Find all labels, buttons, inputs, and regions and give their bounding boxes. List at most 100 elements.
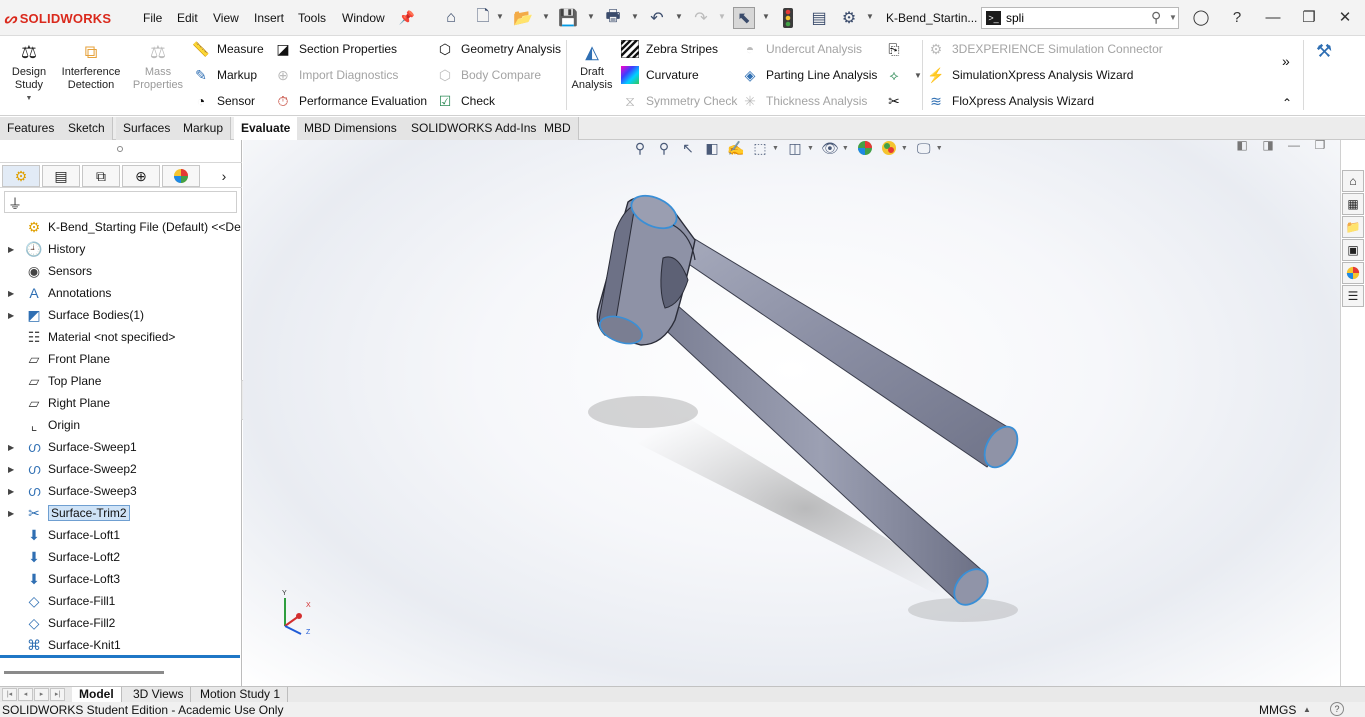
unit-system[interactable]: MMGS [1259, 703, 1296, 717]
close-window-icon[interactable]: ✕ [1334, 8, 1356, 28]
tab-markup[interactable]: Markup [176, 117, 232, 140]
check-button[interactable]: ☑ Check [435, 90, 495, 112]
expand-arrow-icon[interactable]: ▶ [8, 311, 18, 320]
tree-item[interactable]: ▶ ഗ Surface-Sweep3 [0, 480, 242, 502]
units-dropdown-icon[interactable]: ▲ [1303, 705, 1311, 714]
command-search[interactable]: >_ ⚲ ▼ [981, 7, 1179, 29]
tab-surfaces[interactable]: Surfaces [116, 117, 179, 140]
select-icon[interactable]: ⬉ [733, 7, 755, 29]
tree-filter[interactable]: ⏚ [4, 191, 237, 213]
deviation-analysis-button[interactable]: ⟡ ▼ [884, 64, 922, 86]
tree-item[interactable]: ◉ Sensors [0, 260, 242, 282]
tab-mbd-dimensions[interactable]: MBD Dimensions [297, 117, 405, 140]
dimxpertmanager-tab-icon[interactable]: ⊕ [122, 165, 160, 187]
prev-tab-arrow-icon[interactable]: ◂ [18, 688, 33, 701]
featuremanager-tab-icon[interactable]: ⚙ [2, 165, 40, 187]
home-icon[interactable]: ⌂ [440, 7, 462, 29]
ribbon-expand-icon[interactable]: » [1282, 50, 1290, 72]
customize-ribbon-icon[interactable]: ⚒ [1316, 40, 1332, 62]
k-bend-model[interactable] [243, 140, 1340, 686]
panel-grip-icon[interactable] [117, 146, 123, 152]
configurationmanager-tab-icon[interactable]: ⧉ [82, 165, 120, 187]
select-dropdown-icon[interactable]: ▼ [762, 12, 770, 21]
tree-item[interactable]: ▶ ✂ Surface-Trim2 [0, 502, 242, 524]
tab-sketch[interactable]: Sketch [61, 117, 113, 140]
file-properties-icon[interactable]: ▤ [808, 7, 830, 29]
expand-arrow-icon[interactable]: ▶ [8, 289, 18, 298]
simulation-connector-button[interactable]: ⚙ 3DEXPERIENCE Simulation Connector [926, 38, 1163, 60]
measure-button[interactable]: 📏 Measure [191, 38, 263, 60]
minimize-window-icon[interactable]: — [1262, 8, 1284, 28]
tree-item[interactable]: ⌘ Surface-Knit1 [0, 634, 242, 656]
view-palette-icon[interactable]: ▣ [1342, 239, 1364, 261]
tree-item[interactable]: ⌞ Origin [0, 414, 242, 436]
search-dropdown-icon[interactable]: ▼ [1169, 13, 1177, 22]
file-explorer-icon[interactable]: 📁 [1342, 216, 1364, 238]
next-tab-arrow-icon[interactable]: ▸ [34, 688, 49, 701]
tab-motion-study-1[interactable]: Motion Study 1 [193, 687, 289, 702]
tab-model[interactable]: Model [72, 687, 122, 702]
search-icon[interactable]: ⚲ [1151, 9, 1161, 26]
undercut-analysis-button[interactable]: ◓ Undercut Analysis [740, 38, 862, 60]
appearances-scenes-icon[interactable] [1342, 262, 1364, 284]
tree-item[interactable]: ▱ Front Plane [0, 348, 242, 370]
search-input[interactable] [1006, 10, 1126, 26]
tree-item[interactable]: ▱ Right Plane [0, 392, 242, 414]
symmetry-check-button[interactable]: ⧖ Symmetry Check [620, 90, 737, 112]
curvature-button[interactable]: Curvature [620, 64, 699, 86]
tab-solidworks-add-ins[interactable]: SOLIDWORKS Add-Ins [404, 117, 545, 140]
menu-file[interactable]: File [143, 11, 162, 25]
tree-item[interactable]: ☷ Material <not specified> [0, 326, 242, 348]
geometry-analysis-button[interactable]: ⬡ Geometry Analysis [435, 38, 561, 60]
graphics-area[interactable]: ⚲ ⚲ ↖ ◧ ✍ ⬚▼ ◫▼ 👁▼ ▼ 🖵▼ ◧ ◨ — ❐ ✕ [243, 140, 1340, 686]
restore-window-icon[interactable]: ❐ [1298, 8, 1320, 28]
undo-icon[interactable]: ↶ [646, 7, 668, 29]
solidworks-logo[interactable]: ᔕ SOLIDWORKS [4, 9, 111, 27]
first-tab-arrow-icon[interactable]: |◂ [2, 688, 17, 701]
last-tab-arrow-icon[interactable]: ▸| [50, 688, 65, 701]
pin-icon[interactable]: 📌 [396, 7, 418, 29]
simulationxpress-button[interactable]: ⚡ SimulationXpress Analysis Wizard [926, 64, 1133, 86]
floxpress-button[interactable]: ≋ FloXpress Analysis Wizard [926, 90, 1094, 112]
tree-item[interactable]: ⬇ Surface-Loft3 [0, 568, 242, 590]
tree-item[interactable]: ⚙ K-Bend_Starting File (Default) <<De [0, 216, 242, 238]
tree-item[interactable]: ▶ 🕘 History [0, 238, 242, 260]
help-icon[interactable]: ? [1226, 8, 1248, 28]
ribbon-collapse-icon[interactable]: ⌃ [1282, 92, 1292, 114]
tree-item[interactable]: ◇ Surface-Fill1 [0, 590, 242, 612]
import-diagnostics-button[interactable]: ⊕ Import Diagnostics [273, 64, 398, 86]
section-properties-button[interactable]: ◪ Section Properties [273, 38, 397, 60]
save-dropdown-icon[interactable]: ▼ [587, 12, 595, 21]
menu-insert[interactable]: Insert [254, 11, 284, 25]
tab-evaluate[interactable]: Evaluate [234, 117, 299, 140]
rollback-bar[interactable] [0, 655, 240, 658]
tab-3d-views[interactable]: 3D Views [126, 687, 192, 702]
design-study-button[interactable]: ⚖ Design Study ▼ [6, 40, 52, 105]
tree-item[interactable]: ▶ ഗ Surface-Sweep2 [0, 458, 242, 480]
tree-item[interactable]: ⬇ Surface-Loft1 [0, 524, 242, 546]
user-account-icon[interactable]: ◯ [1190, 8, 1212, 28]
expand-arrow-icon[interactable]: ▶ [8, 443, 18, 452]
interference-detection-button[interactable]: ⧉ Interference Detection [56, 40, 126, 92]
expand-arrow-icon[interactable]: ▶ [8, 465, 18, 474]
tab-mbd[interactable]: MBD [537, 117, 579, 140]
performance-evaluation-button[interactable]: ⏱ Performance Evaluation [273, 90, 428, 112]
expand-arrow-icon[interactable]: ▶ [8, 487, 18, 496]
thickness-analysis-button[interactable]: ✳ Thickness Analysis [740, 90, 867, 112]
displaymanager-tab-icon[interactable] [162, 165, 200, 187]
menu-edit[interactable]: Edit [177, 11, 198, 25]
expand-arrow-icon[interactable]: ▶ [8, 245, 18, 254]
open-icon[interactable]: 📂 [512, 7, 534, 29]
propertymanager-tab-icon[interactable]: ▤ [42, 165, 80, 187]
mass-properties-button[interactable]: ⚖ Mass Properties [130, 40, 186, 92]
redo-icon[interactable]: ↷ [690, 7, 712, 29]
print-dropdown-icon[interactable]: ▼ [631, 12, 639, 21]
expand-arrow-icon[interactable]: ▶ [8, 509, 18, 518]
sensor-button[interactable]: ◔ Sensor [191, 90, 255, 112]
solidworks-resources-icon[interactable]: ⌂ [1342, 170, 1364, 192]
markup-button[interactable]: ✎ Markup [191, 64, 257, 86]
tree-item[interactable]: ▶ ഗ Surface-Sweep1 [0, 436, 242, 458]
tree-item[interactable]: ◇ Surface-Fill2 [0, 612, 242, 634]
zebra-stripes-button[interactable]: Zebra Stripes [620, 38, 718, 60]
open-dropdown-icon[interactable]: ▼ [542, 12, 550, 21]
